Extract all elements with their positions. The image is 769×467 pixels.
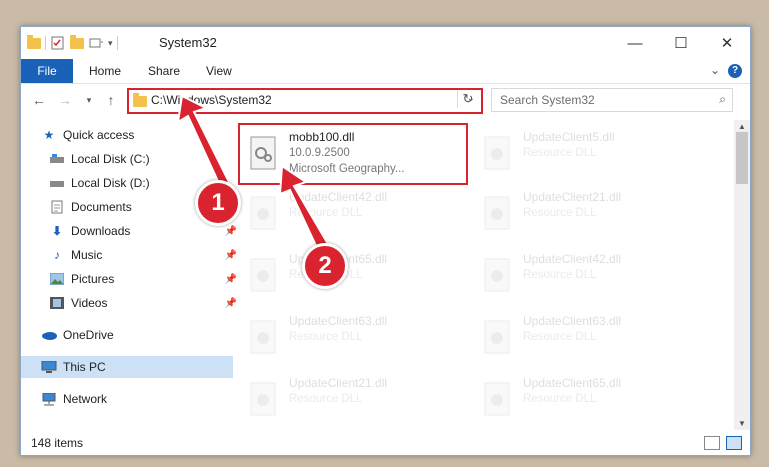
step-badge-2: 2 — [302, 243, 348, 289]
annotation-arrows — [176, 94, 330, 252]
arrow-to-address-bar — [176, 94, 234, 192]
step-badge-1: 1 — [195, 180, 241, 226]
arrow-to-file — [278, 164, 330, 252]
